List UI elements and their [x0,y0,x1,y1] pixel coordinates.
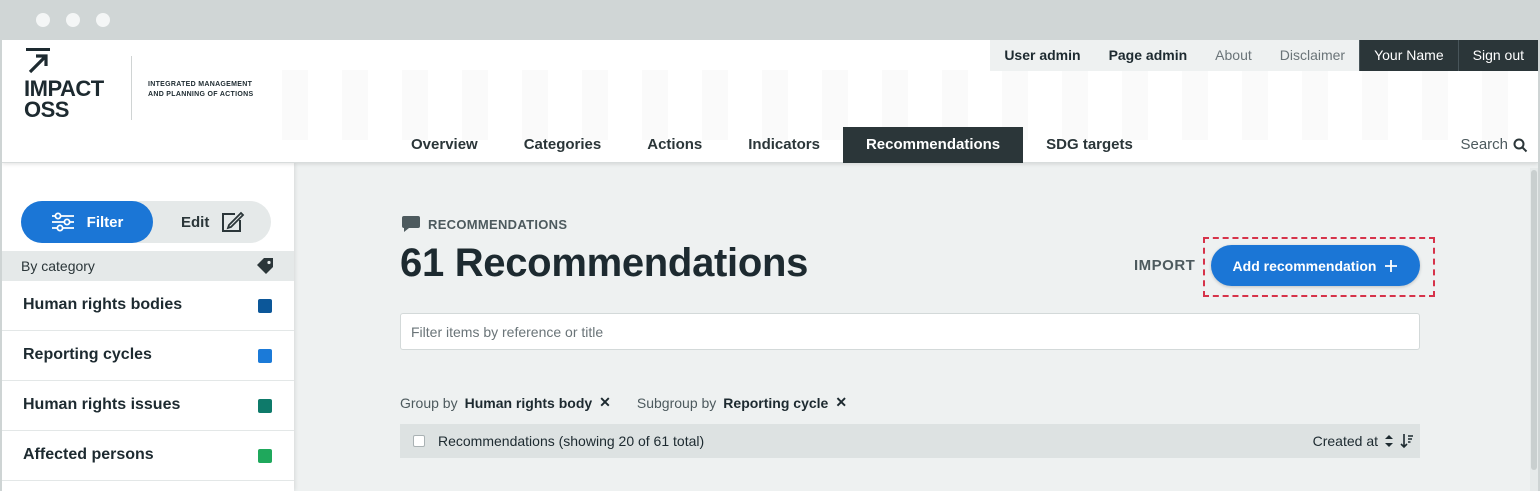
top-navigation: User admin Page admin About Disclaimer Y… [990,40,1538,71]
page-scrollbar[interactable] [1530,168,1538,491]
site-header: IMPACT OSS INTEGRATED MANAGEMENT AND PLA… [2,40,1538,163]
logo-wordmark: IMPACT OSS [24,76,104,122]
tab-overview[interactable]: Overview [388,127,501,163]
category-color-swatch [258,449,272,463]
sliders-icon [51,212,74,232]
group-by-label: Group by [400,394,458,411]
category-color-swatch [258,399,272,413]
sort-order-icon[interactable] [1400,433,1414,449]
nav-disclaimer[interactable]: Disclaimer [1265,40,1360,71]
category-affected-persons[interactable]: Affected persons [2,431,294,481]
search-icon [1513,138,1528,152]
nav-about[interactable]: About [1201,40,1266,71]
section-label: RECOMMENDATIONS [401,215,567,233]
add-recommendation-button[interactable]: Add recommendation [1211,245,1420,286]
tab-sdg-targets[interactable]: SDG targets [1023,127,1156,163]
category-label: Reporting cycles [23,346,152,363]
category-human-rights-bodies[interactable]: Human rights bodies [2,281,294,331]
nav-user-admin[interactable]: User admin [990,40,1095,71]
search-button[interactable]: Search [1460,127,1528,163]
tag-icon [257,258,273,274]
category-human-rights-issues[interactable]: Human rights issues [2,381,294,431]
category-color-swatch [258,299,272,313]
logo-arrow-icon [26,48,50,74]
by-category-header: By category [2,251,294,281]
logo-tagline: INTEGRATED MANAGEMENT AND PLANNING OF AC… [148,81,254,98]
filter-edit-toggle: Filter Edit [21,201,271,243]
sort-label: Created at [1312,433,1378,449]
group-by-value[interactable]: Human rights body [465,395,593,411]
main-navigation: Overview Categories Actions Indicators R… [388,127,1156,163]
main-content: RECOMMENDATIONS 61 Recommendations IMPOR… [294,163,1530,491]
category-label: Human rights issues [23,396,181,413]
remove-group-icon[interactable]: ✕ [599,394,611,411]
select-all-checkbox[interactable] [413,435,425,447]
nav-page-admin[interactable]: Page admin [1094,40,1202,71]
edit-pencil-icon [222,211,245,232]
page-title: 61 Recommendations [400,241,809,285]
subgroup-by-label: Subgroup by [636,394,717,411]
sort-controls[interactable]: Created at [1313,433,1414,449]
speech-bubble-icon [402,216,420,232]
logo-divider [131,56,132,120]
sort-updown-icon[interactable] [1384,434,1394,448]
tab-actions[interactable]: Actions [624,127,725,163]
by-category-label: By category [21,258,95,274]
sign-out-button[interactable]: Sign out [1457,40,1538,71]
tab-categories[interactable]: Categories [501,127,625,163]
tab-indicators[interactable]: Indicators [725,127,843,163]
add-recommendation-label: Add recommendation [1232,257,1377,274]
tab-recommendations[interactable]: Recommendations [842,127,1024,163]
edit-label: Edit [181,213,210,231]
app-frame: IMPACT OSS INTEGRATED MANAGEMENT AND PLA… [2,40,1538,491]
window-close-dot[interactable] [36,13,50,27]
scrollbar-thumb[interactable] [1531,170,1537,470]
category-label: Affected persons [23,446,154,463]
import-button[interactable]: IMPORT [1134,257,1195,274]
category-color-swatch [258,349,272,363]
plus-icon [1385,259,1398,272]
grouping-controls: Group by Human rights body ✕ Subgroup by… [400,394,873,411]
window-minimize-dot[interactable] [66,13,80,27]
subgroup-by-value[interactable]: Reporting cycle [723,395,828,411]
edit-toggle-button[interactable]: Edit [171,201,271,243]
search-label: Search [1460,136,1508,153]
category-reporting-cycles[interactable]: Reporting cycles [2,331,294,381]
filter-label: Filter [86,213,124,231]
list-header-label: Recommendations (showing 20 of 61 total) [438,433,705,449]
remove-subgroup-icon[interactable]: ✕ [835,394,847,411]
category-label: Human rights bodies [23,296,183,313]
sidebar: Filter Edit By category Human rights bod… [2,163,294,491]
site-logo[interactable]: IMPACT OSS [24,48,124,128]
window-maximize-dot[interactable] [96,13,110,27]
filter-toggle-button[interactable]: Filter [21,201,153,243]
list-header: Recommendations (showing 20 of 61 total)… [400,424,1420,458]
filter-search-input[interactable] [400,313,1420,350]
nav-user-name[interactable]: Your Name [1359,40,1458,71]
browser-chrome [0,0,1540,40]
